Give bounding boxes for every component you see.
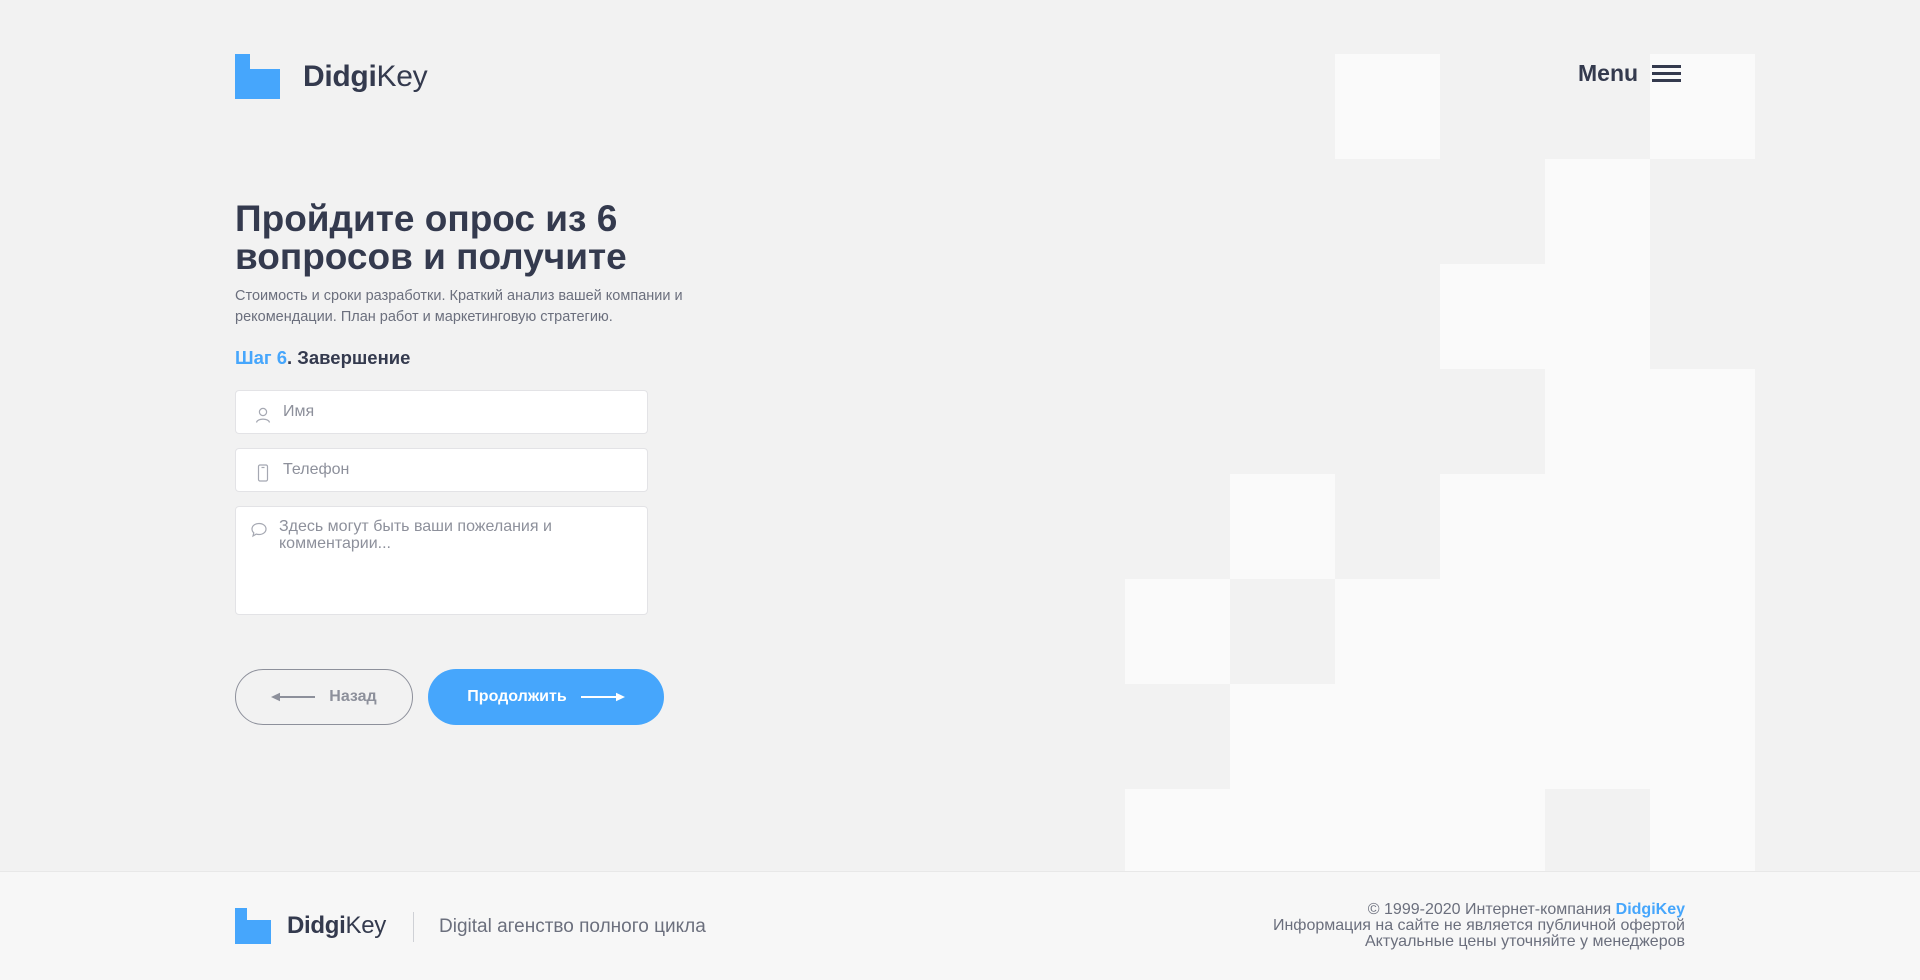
checker-tile (1440, 474, 1545, 579)
checker-tile (1545, 159, 1650, 264)
checker-tile (1650, 684, 1755, 789)
checker-tile (1335, 54, 1440, 159)
footer-wordmark: DidgiKey (287, 912, 386, 940)
checker-tile (1230, 789, 1335, 871)
menu-button[interactable]: Menu (1578, 60, 1682, 87)
footer-legal: © 1999-2020 Интернет-компания DidgiKey И… (1273, 902, 1685, 950)
footer-logo[interactable]: DidgiKey (235, 908, 386, 944)
header-logo[interactable]: DidgiKey (235, 54, 428, 99)
footer-wordmark-bold: Didgi (287, 912, 346, 939)
logo-mark-icon (235, 908, 271, 944)
user-icon (255, 407, 271, 423)
comment-field[interactable] (235, 506, 648, 615)
phone-icon (257, 464, 269, 482)
phone-input[interactable] (283, 449, 633, 491)
prices-note-line: Актуальные цены уточняйте у менеджеров (1364, 933, 1685, 950)
checker-tile (1545, 684, 1650, 789)
disclaimer-line: Информация на сайте не является публично… (1272, 917, 1685, 934)
checker-tile (1650, 789, 1755, 871)
checker-tile (1125, 789, 1230, 871)
logo-wordmark-bold: Didgi (303, 59, 377, 93)
checker-tile (1650, 369, 1755, 474)
footer-divider (413, 912, 414, 942)
name-field[interactable] (235, 390, 648, 434)
checker-tile (1440, 789, 1545, 871)
checker-tile (1545, 474, 1650, 579)
checker-tile (1545, 369, 1650, 474)
page-title: Пройдите опрос из 6 вопросов и получите (235, 198, 627, 277)
arrow-right-icon (580, 692, 625, 702)
comment-icon (251, 522, 267, 538)
menu-label: Menu (1578, 60, 1639, 86)
copyright-line: © 1999-2020 Интернет-компания DidgiKey (1273, 902, 1685, 918)
checker-tile (1335, 684, 1440, 789)
checker-tile (1440, 579, 1545, 684)
arrow-left-icon (271, 692, 316, 702)
page-subtitle: Стоимость и сроки разработки. Краткий ан… (235, 288, 683, 325)
step-title: . Завершение (287, 347, 411, 368)
footer-wordmark-light: Key (345, 912, 387, 939)
main-section: DidgiKey Menu Пройдите опрос из 6 вопрос… (0, 0, 1920, 871)
footer-tagline: Digital агенство полного цикла (439, 916, 706, 937)
continue-label: Продолжить (467, 688, 567, 705)
step-heading: Шаг 6. Завершение (235, 347, 410, 369)
logo-wordmark-light: Key (376, 59, 428, 93)
copyright-brand-link[interactable]: DidgiKey (1616, 901, 1685, 918)
checker-tile (1230, 684, 1335, 789)
back-button[interactable]: Назад (235, 669, 413, 725)
footer: DidgiKey Digital агенство полного цикла … (0, 871, 1920, 980)
checker-tile (1335, 789, 1440, 871)
checker-tile (1335, 579, 1440, 684)
checker-tile (1545, 579, 1650, 684)
step-number: Шаг 6 (235, 347, 288, 368)
checker-tile (1545, 264, 1650, 369)
logo-wordmark: DidgiKey (303, 59, 428, 94)
comment-input[interactable] (279, 518, 629, 608)
continue-button[interactable]: Продолжить (428, 669, 664, 725)
checker-tile (1230, 474, 1335, 579)
checker-tile (1440, 684, 1545, 789)
copyright-text: © 1999-2020 Интернет-компания (1367, 901, 1616, 918)
phone-field[interactable] (235, 448, 648, 492)
back-label: Назад (329, 688, 377, 705)
checker-tile (1650, 579, 1755, 684)
menu-burger-icon (1652, 65, 1682, 82)
checker-tile (1440, 264, 1545, 369)
checker-tile (1125, 579, 1230, 684)
checker-tile (1650, 474, 1755, 579)
name-input[interactable] (283, 391, 633, 433)
logo-mark-icon (235, 54, 280, 99)
